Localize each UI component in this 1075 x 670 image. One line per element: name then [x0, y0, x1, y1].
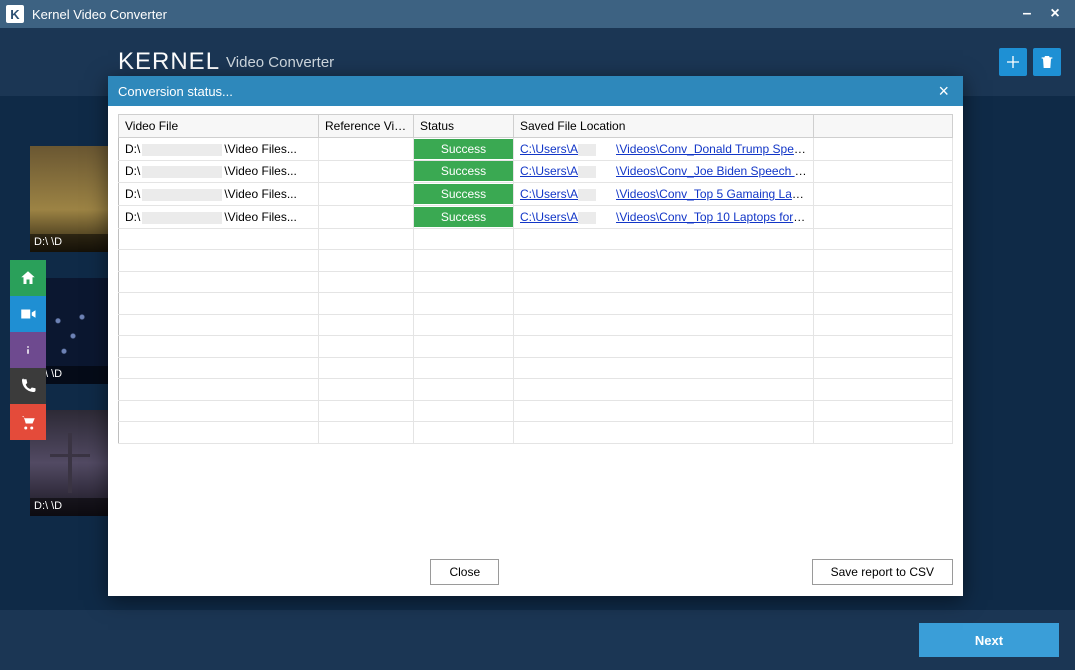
- col-header-extra[interactable]: [814, 115, 953, 138]
- saved-file-link[interactable]: \Videos\Conv_Joe Biden Speech after vi..…: [616, 164, 813, 178]
- saved-file-link[interactable]: \Videos\Conv_Donald Trump Speech on ...: [616, 142, 813, 156]
- cell-status: Success: [414, 205, 514, 228]
- dialog-titlebar: Conversion status... ×: [108, 76, 963, 106]
- close-window-button[interactable]: ×: [1041, 4, 1069, 24]
- table-row-empty: [119, 422, 953, 444]
- status-table: Video File Reference Video... Status Sav…: [118, 114, 953, 444]
- video-icon: [19, 305, 37, 323]
- cell-reference: [319, 160, 414, 183]
- cell-reference: [319, 183, 414, 206]
- table-row-empty: [119, 250, 953, 272]
- saved-file-link[interactable]: C:\Users\A: [520, 187, 578, 201]
- cell-location: C:\Users\A \Videos\Conv_Joe Biden Speech …: [514, 160, 814, 183]
- side-phone-button[interactable]: [10, 368, 46, 404]
- cell-status: Success: [414, 183, 514, 206]
- phone-icon: [19, 377, 37, 395]
- col-header-video[interactable]: Video File: [119, 115, 319, 138]
- cell-location: C:\Users\A \Videos\Conv_Top 5 Gamaing Lap…: [514, 183, 814, 206]
- table-row-empty: [119, 357, 953, 379]
- cell-extra: [814, 205, 953, 228]
- table-row-empty: [119, 228, 953, 250]
- home-icon: [19, 269, 37, 287]
- table-row-empty: [119, 271, 953, 293]
- cart-icon: [19, 413, 37, 431]
- titlebar: K Kernel Video Converter – ×: [0, 0, 1075, 28]
- video-thumbnail[interactable]: D:\ \D: [30, 146, 110, 252]
- table-row-empty: [119, 379, 953, 401]
- cell-status: Success: [414, 138, 514, 161]
- saved-file-link[interactable]: \Videos\Conv_Top 10 Laptops for Progra..…: [616, 210, 813, 224]
- col-header-reference[interactable]: Reference Video...: [319, 115, 414, 138]
- conversion-status-dialog: Conversion status... × Video File Refere…: [108, 76, 963, 596]
- brand-name: KERNEL: [118, 48, 220, 76]
- close-button[interactable]: Close: [430, 559, 499, 585]
- col-header-location[interactable]: Saved File Location: [514, 115, 814, 138]
- cell-video-file: D:\\Video Files...: [119, 160, 319, 183]
- table-row[interactable]: D:\\Video Files... Success C:\Users\A \Vide…: [119, 183, 953, 206]
- table-row[interactable]: D:\\Video Files... Success C:\Users\A \Vide…: [119, 205, 953, 228]
- footer-bar: Next: [0, 610, 1075, 670]
- cell-reference: [319, 205, 414, 228]
- table-row[interactable]: D:\\Video Files... Success C:\Users\A \Vide…: [119, 160, 953, 183]
- dialog-close-button[interactable]: ×: [934, 81, 953, 102]
- cell-extra: [814, 160, 953, 183]
- save-report-button[interactable]: Save report to CSV: [812, 559, 953, 585]
- delete-button[interactable]: [1033, 48, 1061, 76]
- side-home-button[interactable]: [10, 260, 46, 296]
- cell-extra: [814, 138, 953, 161]
- add-file-button[interactable]: [999, 48, 1027, 76]
- thumbnail-caption: D:\ \D: [30, 234, 110, 252]
- minimize-button[interactable]: –: [1013, 4, 1041, 24]
- table-header-row: Video File Reference Video... Status Sav…: [119, 115, 953, 138]
- dialog-footer: Close Save report to CSV: [108, 548, 963, 596]
- table-row-empty: [119, 314, 953, 336]
- table-row-empty: [119, 400, 953, 422]
- col-header-status[interactable]: Status: [414, 115, 514, 138]
- dialog-title: Conversion status...: [118, 84, 233, 99]
- window-title: Kernel Video Converter: [32, 7, 1013, 22]
- table-row-empty: [119, 336, 953, 358]
- side-video-button[interactable]: [10, 296, 46, 332]
- cell-reference: [319, 138, 414, 161]
- cell-video-file: D:\\Video Files...: [119, 183, 319, 206]
- saved-file-link[interactable]: C:\Users\A: [520, 142, 578, 156]
- thumbnail-caption: D:\ \D: [30, 498, 110, 516]
- plus-icon: [1005, 54, 1021, 70]
- table-row[interactable]: D:\\Video Files... Success C:\Users\A \Vide…: [119, 138, 953, 161]
- side-info-button[interactable]: [10, 332, 46, 368]
- saved-file-link[interactable]: C:\Users\A: [520, 210, 578, 224]
- cell-video-file: D:\\Video Files...: [119, 205, 319, 228]
- cell-video-file: D:\\Video Files...: [119, 138, 319, 161]
- table-row-empty: [119, 293, 953, 315]
- saved-file-link[interactable]: C:\Users\A: [520, 164, 578, 178]
- cell-status: Success: [414, 160, 514, 183]
- trash-icon: [1039, 54, 1055, 70]
- info-icon: [19, 341, 37, 359]
- cell-location: C:\Users\A \Videos\Conv_Top 10 Laptops fo…: [514, 205, 814, 228]
- next-button[interactable]: Next: [919, 623, 1059, 657]
- brand-subtitle: Video Converter: [226, 54, 334, 71]
- side-cart-button[interactable]: [10, 404, 46, 440]
- app-logo-icon: K: [6, 5, 24, 23]
- side-icon-bar: [10, 260, 46, 440]
- cell-location: C:\Users\A \Videos\Conv_Donald Trump Spee…: [514, 138, 814, 161]
- cell-extra: [814, 183, 953, 206]
- saved-file-link[interactable]: \Videos\Conv_Top 5 Gamaing Laptops u...: [616, 187, 813, 201]
